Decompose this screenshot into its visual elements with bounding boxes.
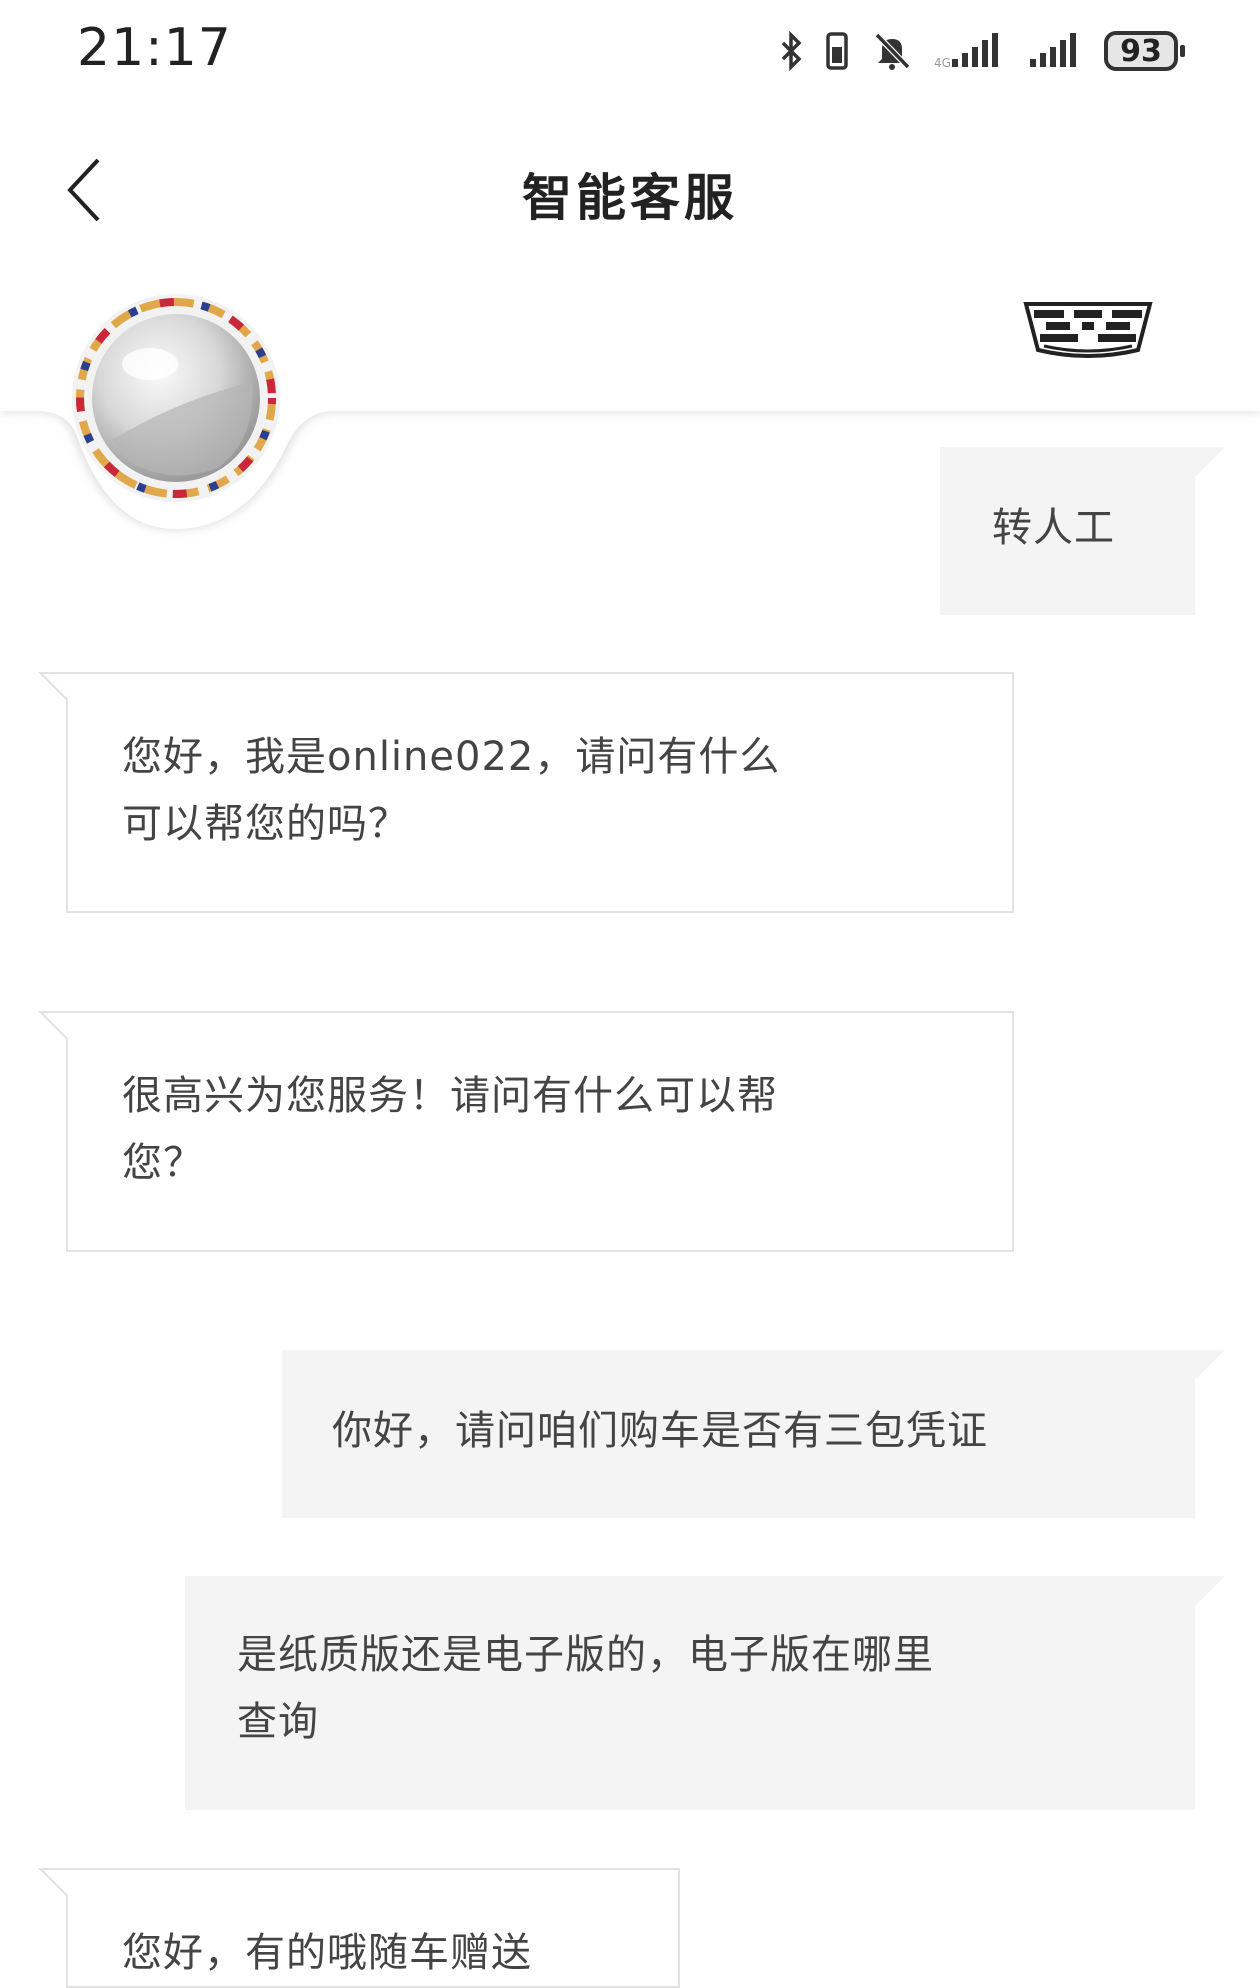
message-line: 查询 (237, 1699, 319, 1745)
battery-icon: 93 (1104, 31, 1185, 71)
message-text: 是纸质版还是电子版的，电子版在哪里 查询 (237, 1622, 934, 1756)
message-text: 转人工 (992, 505, 1115, 551)
message-text: 很高兴为您服务！请问有什么可以帮 您？ (122, 1063, 778, 1197)
message-line: 很高兴为您服务！请问有什么可以帮 (122, 1073, 778, 1119)
status-icons: 4G 93 (780, 26, 1185, 76)
support-bot-avatar (68, 290, 284, 506)
message-user[interactable]: 你好，请问咱们购车是否有三包凭证 (282, 1350, 1225, 1518)
message-line: 可以帮您的吗？ (122, 801, 409, 847)
message-text: 您好，我是online022，请问有什么 可以帮您的吗？ (122, 724, 780, 858)
message-line: 是纸质版还是电子版的，电子版在哪里 (237, 1632, 934, 1678)
message-line: 您？ (122, 1140, 204, 1186)
message-agent[interactable]: 很高兴为您服务！请问有什么可以帮 您？ (38, 1011, 1014, 1252)
bluetooth-icon (780, 31, 802, 71)
message-text: 您好，有的哦随车赠送 (122, 1930, 532, 1976)
header: 智能客服 (0, 130, 1260, 250)
vibrate-icon (824, 31, 850, 71)
svg-text:4G: 4G (934, 56, 951, 70)
mute-bell-icon (872, 31, 912, 71)
cadillac-crest-logo (1022, 300, 1154, 360)
status-bar: 21:17 4G 93 (0, 0, 1260, 100)
message-agent[interactable]: 您好，我是online022，请问有什么 可以帮您的吗？ (38, 672, 1014, 913)
message-agent[interactable]: 您好，有的哦随车赠送 (38, 1868, 680, 1988)
message-line: 您好，我是online022，请问有什么 (122, 734, 781, 780)
page-title: 智能客服 (522, 169, 738, 227)
signal-icon-1: 4G (934, 31, 1006, 71)
message-text: 你好，请问咱们购车是否有三包凭证 (332, 1408, 988, 1454)
signal-icon-2 (1028, 31, 1082, 71)
message-user[interactable]: 转人工 (940, 447, 1225, 615)
message-user[interactable]: 是纸质版还是电子版的，电子版在哪里 查询 (185, 1576, 1225, 1810)
status-time: 21:17 (77, 18, 232, 78)
